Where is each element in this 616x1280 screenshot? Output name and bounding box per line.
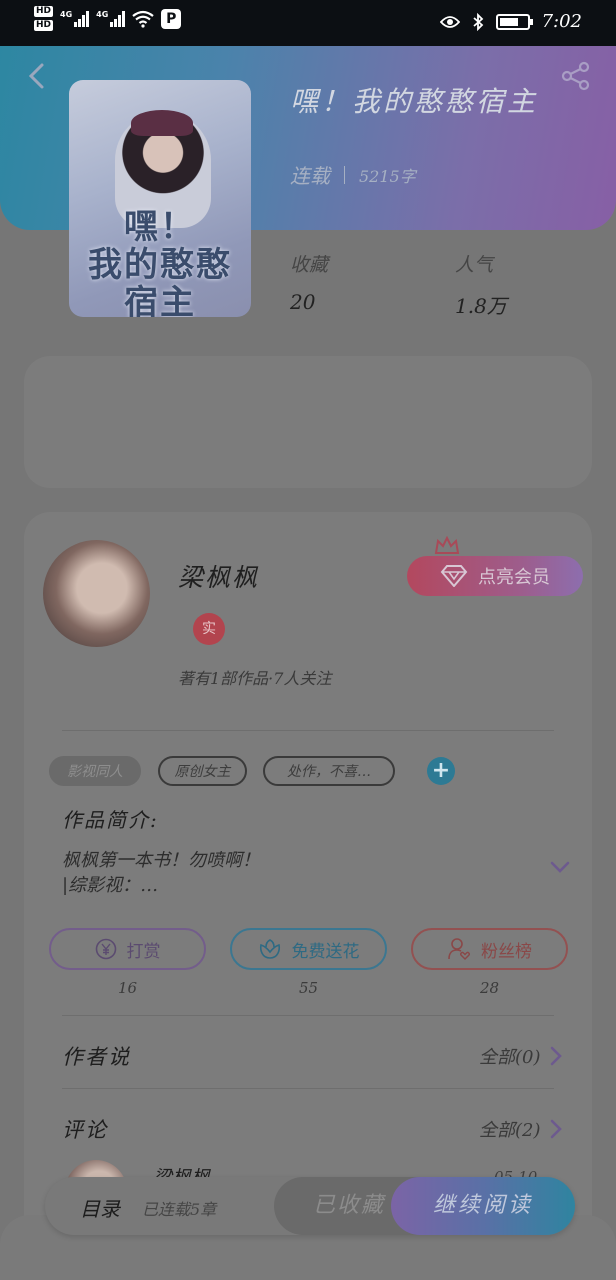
status-left: HD HD 4G 4G P	[34, 6, 182, 31]
vip-membership-button[interactable]: 点亮会员	[407, 556, 583, 596]
free-flower-button[interactable]: 免费送花	[230, 928, 387, 970]
intro-text: 枫枫第一本书！勿喷啊！ |综影视：…	[62, 850, 260, 896]
vip-button-label: 点亮会员	[478, 567, 550, 588]
popularity-count: 1.8万	[455, 294, 507, 318]
flower-count: 55	[298, 979, 319, 997]
comments-more-link[interactable]: 全部(2)	[479, 1116, 563, 1142]
table-of-contents-button[interactable]: 目录	[80, 1193, 120, 1222]
info-card	[24, 356, 592, 488]
serial-status: 连载	[290, 164, 330, 188]
divider	[344, 165, 345, 184]
popularity-label: 人气	[455, 254, 494, 276]
fan-user-icon	[448, 938, 470, 960]
flower-icon	[259, 939, 280, 959]
book-status-line: 连载 5215字	[290, 160, 416, 189]
cover-title: 嘿！ 我的憨憨 宿主	[88, 207, 232, 317]
add-tag-button[interactable]: +	[427, 757, 455, 785]
verified-badge: 实	[193, 613, 225, 645]
author-says-more-link[interactable]: 全部(0)	[479, 1043, 563, 1069]
tag-chip[interactable]: 原创女主	[158, 756, 247, 786]
book-cover[interactable]: 嘿！ 我的憨憨 宿主	[69, 80, 251, 317]
wifi-icon	[132, 10, 154, 28]
fans-label: 粉丝榜	[481, 941, 532, 962]
intro-title: 作品简介:	[62, 808, 159, 832]
chevron-down-icon[interactable]	[550, 860, 570, 874]
book-title: 嘿！我的憨憨宿主	[290, 85, 539, 118]
signal-bars-icon	[110, 11, 126, 27]
fan-ranking-button[interactable]: 粉丝榜	[411, 928, 568, 970]
chevron-right-icon	[550, 1046, 562, 1066]
signal-1: 4G	[60, 10, 90, 27]
parking-app-icon: P	[161, 8, 182, 29]
tip-button[interactable]: 打赏	[49, 928, 206, 970]
divider	[62, 730, 554, 731]
author-avatar[interactable]	[43, 540, 150, 647]
tip-count: 16	[117, 979, 138, 997]
share-icon[interactable]	[560, 60, 592, 92]
fans-count: 28	[479, 979, 500, 997]
author-says-title: 作者说	[62, 1045, 131, 1069]
back-arrow-icon[interactable]	[24, 62, 48, 90]
bluetooth-icon	[472, 12, 483, 31]
author-name[interactable]: 梁枫枫	[178, 558, 259, 594]
author-summary: 著有1部作品·7人关注	[178, 669, 332, 688]
chapter-count: 已连载5章	[142, 1200, 217, 1219]
crown-icon	[434, 536, 460, 554]
status-bar: HD HD 4G 4G P 7:02	[0, 0, 616, 46]
hd-badge-1: HD	[34, 6, 54, 17]
signal-2: 4G	[96, 10, 126, 27]
flower-label: 免费送花	[291, 941, 360, 962]
word-count: 5215字	[359, 166, 416, 186]
yen-coin-icon	[95, 938, 116, 960]
chevron-right-icon	[550, 1119, 562, 1139]
favorites-label: 收藏	[290, 254, 329, 276]
tag-chip[interactable]: 处作，不喜…	[263, 756, 395, 786]
clock: 7:02	[541, 11, 582, 32]
favorites-count: 20	[290, 290, 316, 314]
status-right: 7:02	[439, 11, 582, 32]
tip-label: 打赏	[126, 941, 161, 962]
battery-icon	[495, 13, 533, 30]
signal-bars-icon	[74, 11, 90, 27]
hd-badge-2: HD	[34, 20, 54, 31]
tag-chip[interactable]: 影视同人	[49, 756, 141, 786]
continue-reading-button[interactable]: 继续阅读	[391, 1177, 575, 1235]
divider	[62, 1088, 554, 1089]
eye-icon	[439, 15, 460, 28]
diamond-icon	[440, 565, 468, 587]
divider	[62, 1015, 554, 1016]
comments-title: 评论	[62, 1118, 108, 1142]
